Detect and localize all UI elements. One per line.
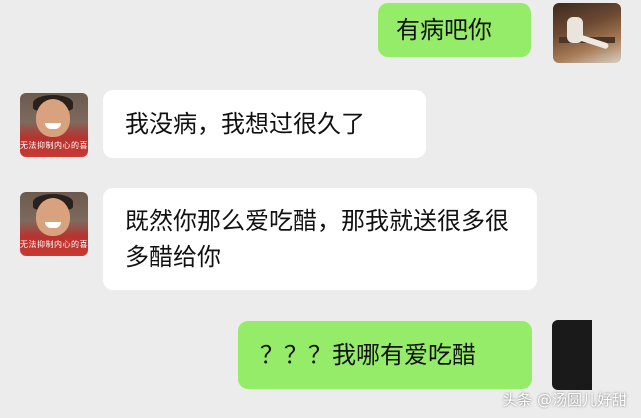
watermark: 头条 @汤圆儿好甜 — [502, 391, 627, 409]
message-text: 有病吧你 — [396, 16, 492, 44]
contact-avatar-icon[interactable]: 无法抑制内心的喜 — [20, 93, 88, 157]
message-text: 既然你那么爱吃醋，那我就送很多很多醋给你 — [125, 207, 509, 271]
message-bubble-incoming[interactable]: 我没病，我想过很久了 — [103, 90, 426, 158]
avatar-caption: 无法抑制内心的喜 — [20, 240, 88, 249]
message-bubble-incoming[interactable]: 既然你那么爱吃醋，那我就送很多很多醋给你 — [103, 188, 537, 290]
message-bubble-outgoing[interactable]: 有病吧你 — [378, 3, 531, 57]
message-bubble-outgoing[interactable]: ？？？我哪有爱吃醋 — [238, 321, 532, 389]
message-text: 我没病，我想过很久了 — [125, 110, 365, 138]
face-shape — [36, 198, 70, 236]
message-text: ？？？我哪有爱吃醋 — [260, 341, 476, 369]
self-avatar-icon[interactable] — [552, 320, 592, 390]
face-shape — [36, 99, 70, 137]
avatar-caption: 无法抑制内心的喜 — [20, 141, 88, 150]
self-avatar-icon[interactable] — [553, 3, 621, 63]
contact-avatar-icon[interactable]: 无法抑制内心的喜 — [20, 192, 88, 256]
